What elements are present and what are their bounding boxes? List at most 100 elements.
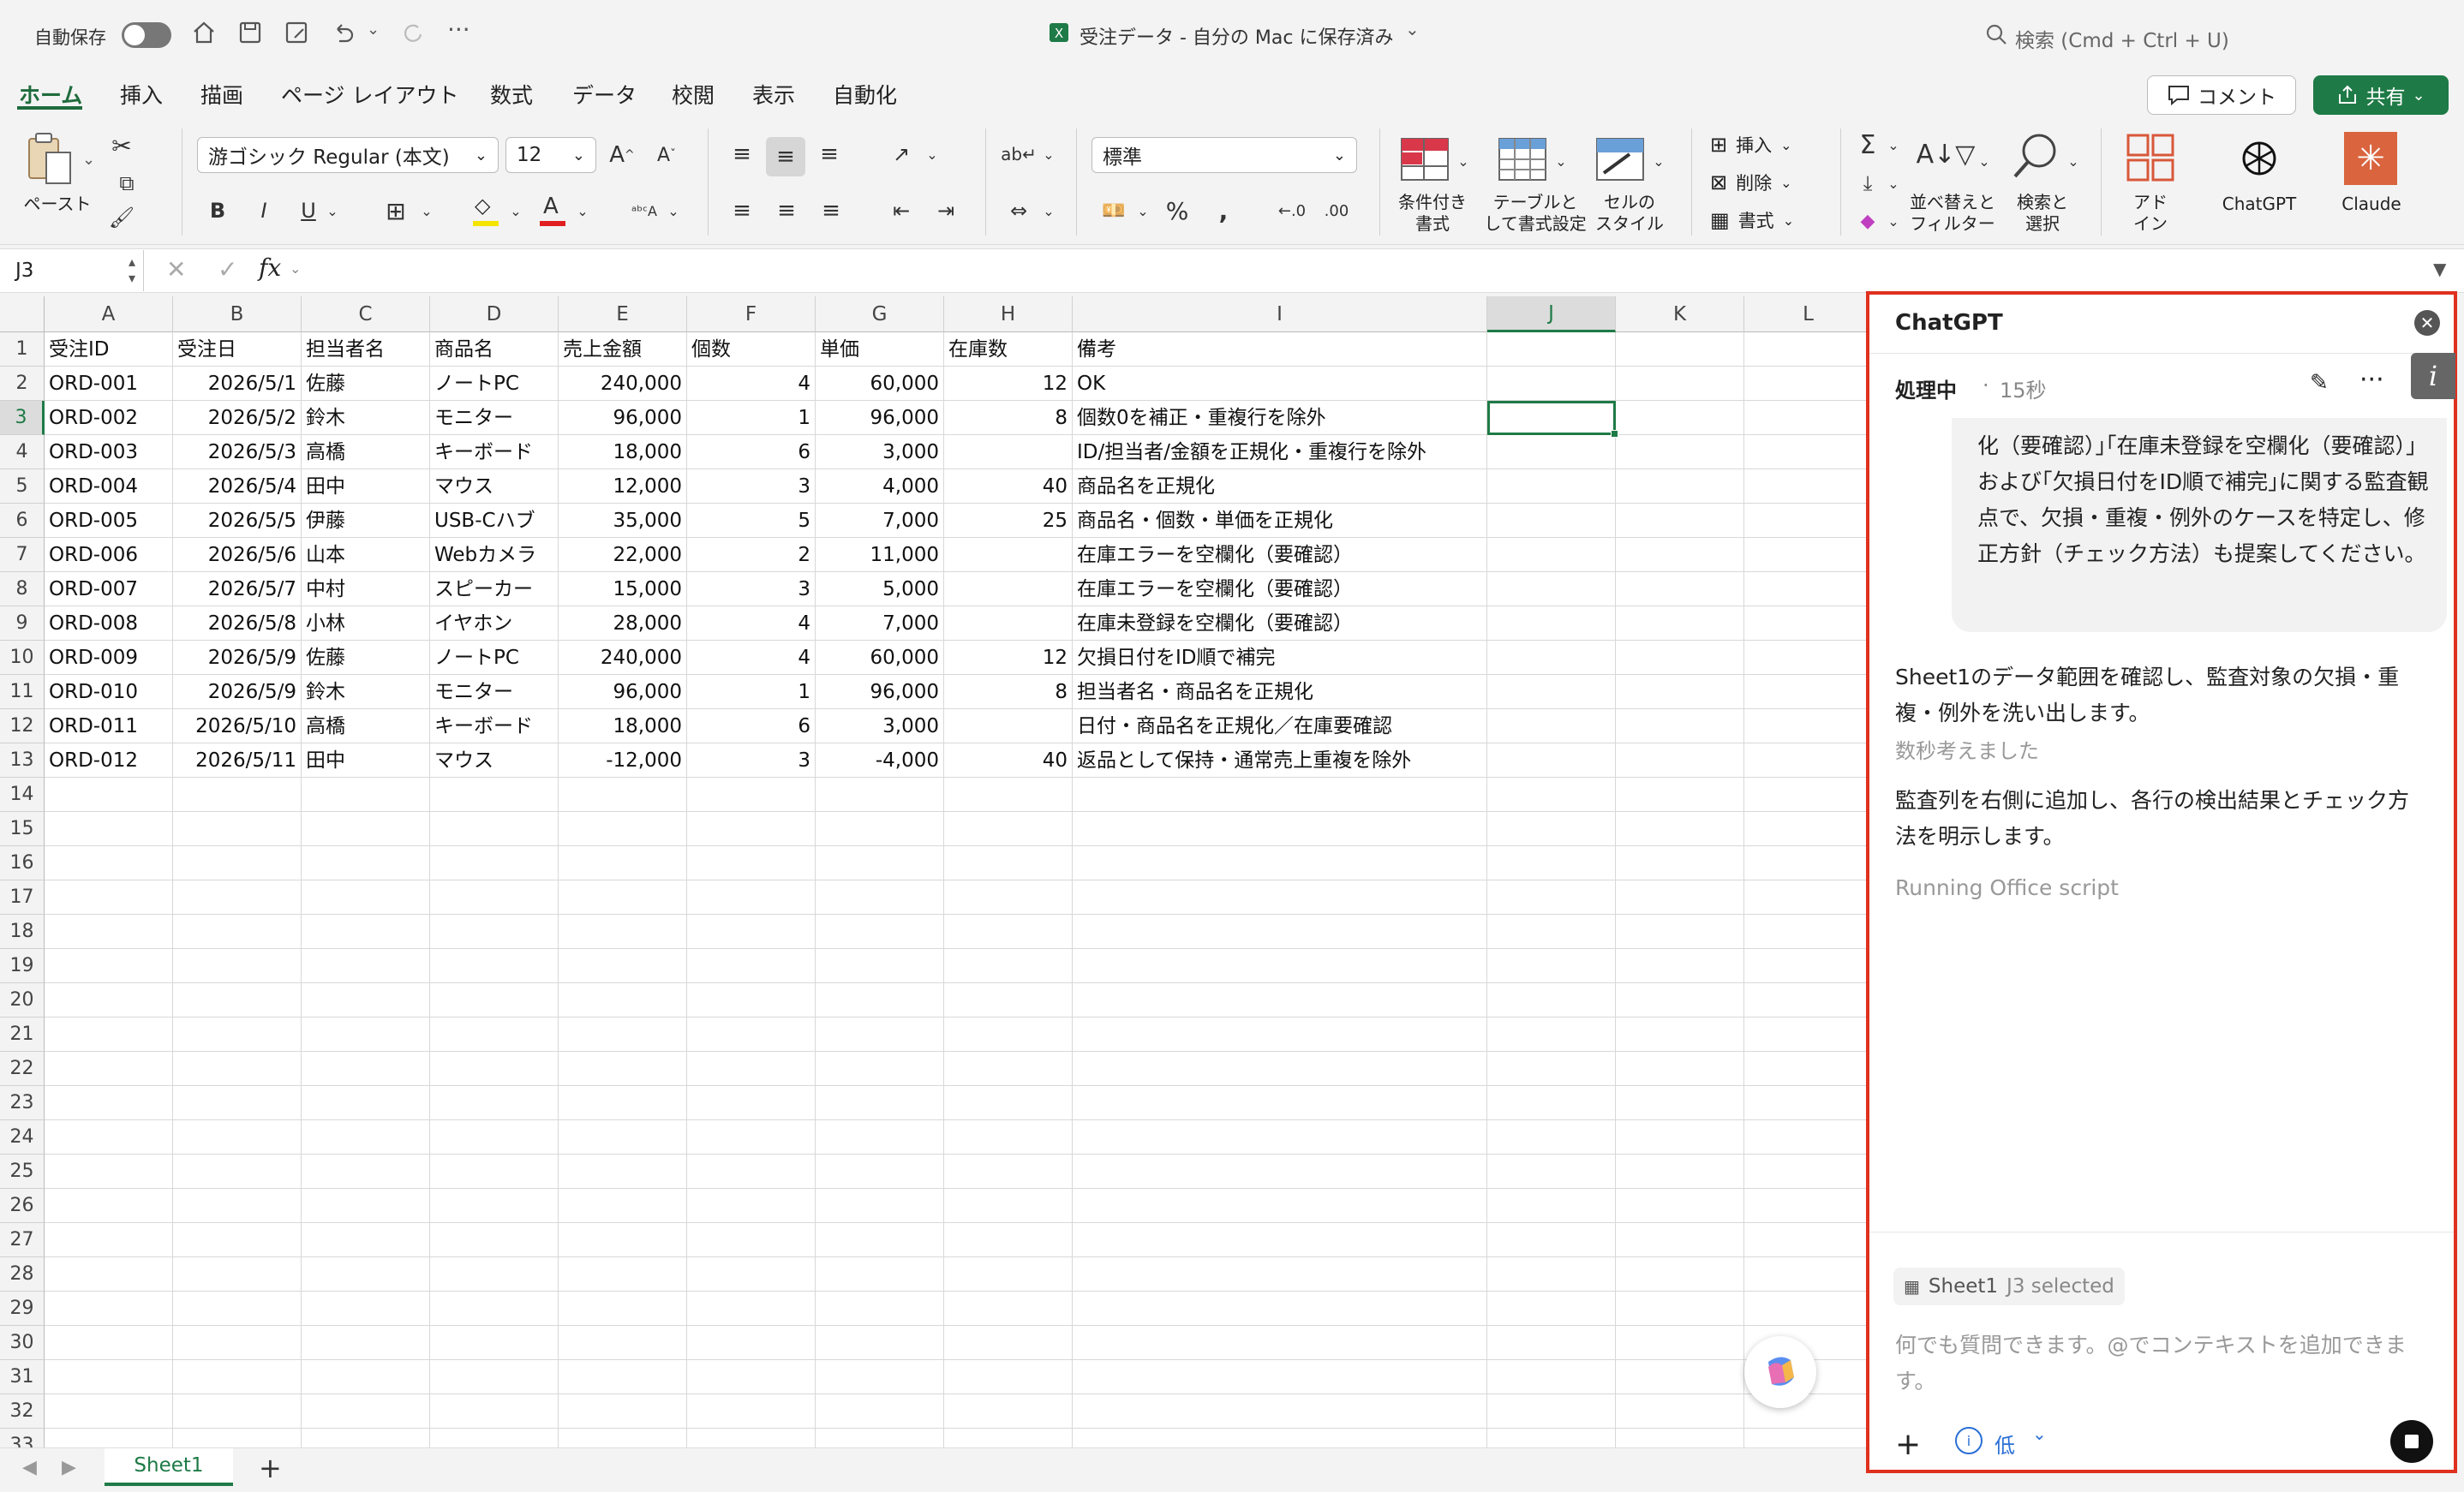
cell-d32[interactable] (430, 1394, 559, 1429)
clear-icon[interactable]: ◆ (1851, 206, 1885, 236)
cell-h19[interactable] (944, 949, 1073, 983)
row-header[interactable]: 31 (0, 1360, 45, 1394)
row-header[interactable]: 27 (0, 1223, 45, 1257)
row-header[interactable]: 17 (0, 880, 45, 915)
cell-b32[interactable] (173, 1394, 302, 1429)
column-header-h[interactable]: H (944, 296, 1073, 332)
row-header[interactable]: 18 (0, 915, 45, 949)
cell-g21[interactable] (816, 1018, 944, 1052)
document-title[interactable]: 受注データ - 自分の Mac に保存済み (1079, 22, 1393, 50)
cell-k11[interactable] (1616, 675, 1744, 709)
cell-i3[interactable]: 個数0を補正・重複行を除外 (1073, 401, 1487, 435)
cell-e7[interactable]: 22,000 (559, 538, 687, 572)
cell-j6[interactable] (1487, 504, 1616, 538)
cell-g27[interactable] (816, 1223, 944, 1257)
cell-e8[interactable]: 15,000 (559, 572, 687, 606)
formula-input[interactable] (312, 257, 2419, 286)
cell-h28[interactable] (944, 1257, 1073, 1292)
cell-k9[interactable] (1616, 606, 1744, 641)
cell-b28[interactable] (173, 1257, 302, 1292)
cell-c9[interactable]: 小林 (302, 606, 430, 641)
cell-c3[interactable]: 鈴木 (302, 401, 430, 435)
cell-h24[interactable] (944, 1120, 1073, 1155)
cell-c25[interactable] (302, 1155, 430, 1189)
cell-b27[interactable] (173, 1223, 302, 1257)
cell-g5[interactable]: 4,000 (816, 469, 944, 504)
cell-k12[interactable] (1616, 709, 1744, 743)
cell-f28[interactable] (687, 1257, 816, 1292)
cell-b19[interactable] (173, 949, 302, 983)
cell-l10[interactable] (1744, 641, 1866, 675)
stop-button[interactable] (2390, 1420, 2433, 1463)
cell-d10[interactable]: ノートPC (430, 641, 559, 675)
cell-c5[interactable]: 田中 (302, 469, 430, 504)
select-all-corner[interactable] (0, 296, 45, 332)
cell-d9[interactable]: イヤホン (430, 606, 559, 641)
cell-a3[interactable]: ORD-002 (45, 401, 173, 435)
cancel-icon[interactable]: ✕ (166, 255, 186, 283)
cell-e3[interactable]: 96,000 (559, 401, 687, 435)
cell-j11[interactable] (1487, 675, 1616, 709)
cell-h31[interactable] (944, 1360, 1073, 1394)
chatgpt-icon[interactable] (2238, 137, 2281, 180)
chevron-down-icon[interactable]: ⌄ (665, 194, 682, 228)
column-header-a[interactable]: A (45, 296, 173, 332)
enter-icon[interactable]: ✓ (218, 255, 237, 283)
cell-d21[interactable] (430, 1018, 559, 1052)
cell-c4[interactable]: 高橋 (302, 435, 430, 469)
cell-d16[interactable] (430, 846, 559, 880)
cell-i16[interactable] (1073, 846, 1487, 880)
cell-k10[interactable] (1616, 641, 1744, 675)
cut-icon[interactable]: ✂ (105, 128, 139, 163)
chevron-down-icon[interactable]: ⌄ (574, 194, 591, 228)
font-name-select[interactable]: 游ゴシック Regular (本文) ⌄ (197, 137, 499, 173)
cell-e29[interactable] (559, 1292, 687, 1326)
cell-k7[interactable] (1616, 538, 1744, 572)
row-header[interactable]: 32 (0, 1394, 45, 1429)
cell-k6[interactable] (1616, 504, 1744, 538)
cell-g2[interactable]: 60,000 (816, 367, 944, 401)
conditional-format-icon[interactable] (1400, 137, 1450, 182)
row-header[interactable]: 1 (0, 332, 45, 367)
cell-j33[interactable] (1487, 1429, 1616, 1447)
cell-g33[interactable] (816, 1429, 944, 1447)
cell-l6[interactable] (1744, 504, 1866, 538)
cell-style-icon[interactable] (1595, 137, 1645, 182)
cell-b15[interactable] (173, 812, 302, 846)
save-as-icon[interactable] (283, 19, 310, 46)
cell-k3[interactable] (1616, 401, 1744, 435)
tab-data[interactable]: データ (572, 79, 637, 110)
cell-k29[interactable] (1616, 1292, 1744, 1326)
cell-f12[interactable]: 6 (687, 709, 816, 743)
cell-c30[interactable] (302, 1326, 430, 1360)
cell-g20[interactable] (816, 983, 944, 1018)
cell-b1[interactable]: 受注日 (173, 332, 302, 367)
cell-e5[interactable]: 12,000 (559, 469, 687, 504)
delete-cells-button[interactable]: ⊠ 削除 ⌄ (1710, 168, 1792, 197)
cell-a33[interactable] (45, 1429, 173, 1447)
cell-f23[interactable] (687, 1086, 816, 1120)
cell-l16[interactable] (1744, 846, 1866, 880)
cell-l12[interactable] (1744, 709, 1866, 743)
table-format-icon[interactable] (1498, 137, 1547, 182)
cell-a26[interactable] (45, 1189, 173, 1223)
chevron-down-icon[interactable]: ⌄ (2032, 1423, 2047, 1444)
cell-c28[interactable] (302, 1257, 430, 1292)
cell-h22[interactable] (944, 1052, 1073, 1086)
cell-g7[interactable]: 11,000 (816, 538, 944, 572)
cell-e15[interactable] (559, 812, 687, 846)
cell-i10[interactable]: 欠損日付をID順で補完 (1073, 641, 1487, 675)
column-header-d[interactable]: D (430, 296, 559, 332)
cell-a29[interactable] (45, 1292, 173, 1326)
cell-d17[interactable] (430, 880, 559, 915)
cell-i4[interactable]: ID/担当者/金額を正規化・重複行を除外 (1073, 435, 1487, 469)
align-top-icon[interactable]: ≡ (725, 137, 759, 171)
comment-button[interactable]: コメント (2147, 75, 2296, 115)
cell-a23[interactable] (45, 1086, 173, 1120)
cell-j23[interactable] (1487, 1086, 1616, 1120)
underline-icon[interactable]: U (293, 194, 324, 228)
increase-indent-icon[interactable]: ⇥ (929, 194, 963, 228)
cell-l29[interactable] (1744, 1292, 1866, 1326)
phonetic-icon[interactable]: ᵃᵇᶜA (625, 194, 663, 228)
cell-g22[interactable] (816, 1052, 944, 1086)
